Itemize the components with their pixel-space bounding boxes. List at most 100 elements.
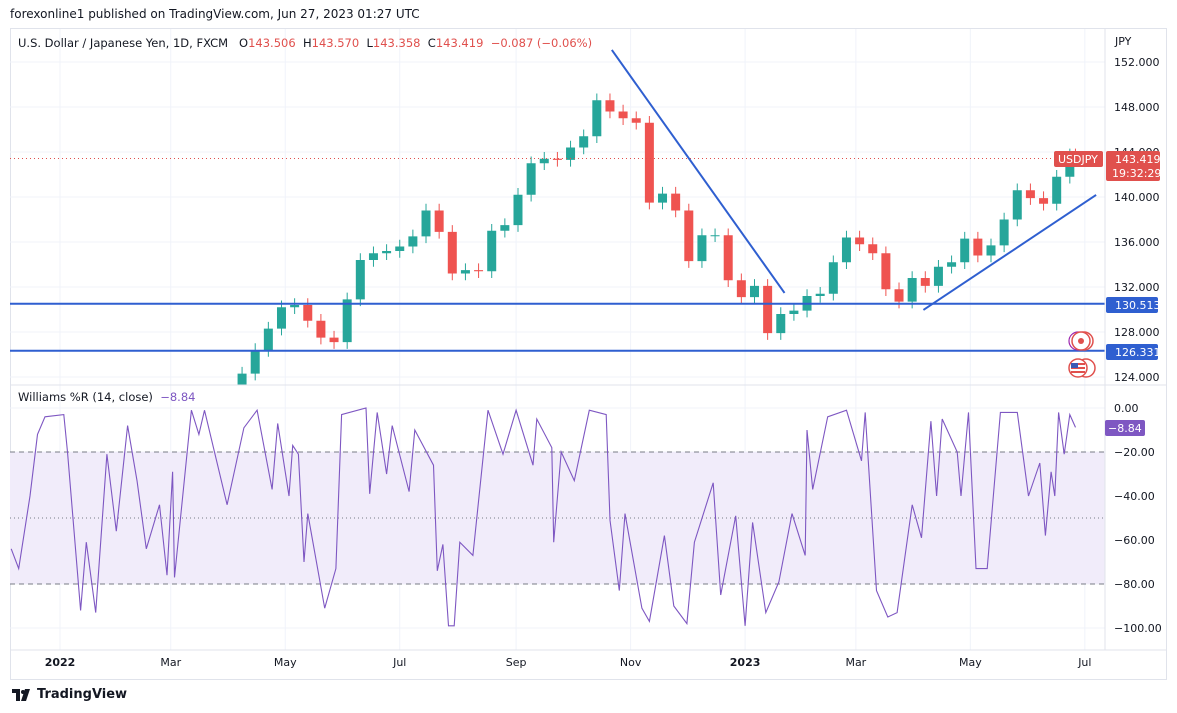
candle-body xyxy=(828,262,838,294)
candle xyxy=(513,188,523,232)
candle xyxy=(526,156,536,202)
candle-body xyxy=(316,320,326,338)
candle-body xyxy=(303,305,313,321)
candle xyxy=(342,292,352,349)
candle-body xyxy=(736,280,746,298)
candle-body xyxy=(237,373,247,385)
wr-value-badge: −8.84 xyxy=(1105,420,1145,436)
time-tick-label: Mar xyxy=(845,656,866,669)
candle xyxy=(710,228,720,242)
candle xyxy=(237,366,247,385)
trendline xyxy=(922,194,1097,311)
svg-text:19:32:29: 19:32:29 xyxy=(1112,167,1161,180)
candle-body xyxy=(539,158,549,164)
time-tick-label: Nov xyxy=(620,656,642,669)
close-value: 143.419 xyxy=(435,36,484,50)
candle-body xyxy=(947,262,957,267)
candle-body xyxy=(973,238,983,256)
candle xyxy=(250,343,260,381)
candle-body xyxy=(487,230,497,272)
candle-body xyxy=(868,244,878,254)
price-tick-label: 152.000 xyxy=(1114,56,1160,69)
price-tick-label: 136.000 xyxy=(1114,236,1160,249)
tradingview-footer[interactable]: TradingView xyxy=(12,687,127,702)
candle xyxy=(276,300,286,336)
candle-body xyxy=(592,100,602,137)
candle-body xyxy=(566,147,576,160)
level-badge-126: 126.331 xyxy=(1106,344,1161,360)
candle xyxy=(500,218,510,238)
wr-tick-label: −20.00 xyxy=(1114,446,1155,459)
open-value: 143.506 xyxy=(248,36,296,50)
time-tick-label: May xyxy=(959,656,982,669)
candle xyxy=(618,104,628,125)
candle xyxy=(881,246,891,296)
candle xyxy=(855,230,865,251)
candle xyxy=(303,298,313,328)
candle xyxy=(329,330,339,349)
candle-body xyxy=(618,111,628,119)
candle-body xyxy=(907,278,917,302)
event-circle-icon[interactable] xyxy=(1068,331,1094,351)
price-tick-label: 132.000 xyxy=(1114,281,1160,294)
candle xyxy=(434,203,444,239)
candle-body xyxy=(460,270,470,274)
brand-name: TradingView xyxy=(37,687,128,702)
candle xyxy=(592,93,602,143)
candle-body xyxy=(579,136,589,148)
candle-body xyxy=(671,193,681,211)
price-tick-label: 148.000 xyxy=(1114,101,1160,114)
candle xyxy=(763,279,773,340)
price-tick-label: 128.000 xyxy=(1114,326,1160,339)
chart-canvas[interactable]: 2022 Mar May Jul Sep Nov 2023 Mar May Jul 152.000 1… xyxy=(0,0,1177,713)
candle-body xyxy=(1025,190,1035,199)
candle xyxy=(368,246,378,267)
wr-tick-label: −100.00 xyxy=(1114,622,1162,635)
candle-body xyxy=(342,299,352,343)
svg-text:USDJPY: USDJPY xyxy=(1058,153,1098,166)
candle-body xyxy=(789,310,799,314)
candle-body xyxy=(474,270,484,272)
candle xyxy=(723,228,733,287)
candle-body xyxy=(920,278,930,286)
candle xyxy=(644,116,654,210)
candle-body xyxy=(644,122,654,203)
candle xyxy=(736,273,746,304)
svg-text:126.331: 126.331 xyxy=(1115,346,1161,359)
candle-body xyxy=(855,237,865,245)
candle xyxy=(1012,183,1022,227)
candle xyxy=(1052,170,1062,211)
symbol-name: U.S. Dollar / Japanese Yen, 1D, FXCM xyxy=(18,36,229,50)
indicator-name: Williams %R (14, close) xyxy=(18,390,153,404)
candle xyxy=(579,129,589,155)
time-tick-label: Sep xyxy=(506,656,527,669)
candle xyxy=(605,93,615,119)
wr-tick-label: −80.00 xyxy=(1114,578,1155,591)
candle xyxy=(539,152,549,170)
tradingview-logo-icon xyxy=(12,688,30,701)
candle-body xyxy=(999,219,1009,246)
candle-body xyxy=(263,328,273,350)
drawings xyxy=(10,49,1105,352)
candle-body xyxy=(684,210,694,262)
candle xyxy=(776,307,786,340)
candle xyxy=(316,314,326,345)
candle-body xyxy=(1052,176,1062,204)
candle xyxy=(487,224,497,278)
us-flag-icon[interactable] xyxy=(1068,358,1096,378)
svg-text:130.513: 130.513 xyxy=(1115,299,1161,312)
candle-body xyxy=(421,210,431,237)
candle-body xyxy=(986,245,996,256)
candle xyxy=(474,263,484,278)
candle xyxy=(421,203,431,244)
candle-body xyxy=(776,314,786,334)
candle-body xyxy=(1012,190,1022,220)
candle-body xyxy=(658,193,668,203)
candle-body xyxy=(710,235,720,237)
candle xyxy=(684,203,694,268)
candle xyxy=(999,212,1009,253)
wr-tick-label: −40.00 xyxy=(1114,490,1155,503)
candle-body xyxy=(1039,198,1049,204)
currency-label: JPY xyxy=(1114,35,1132,48)
candle-body xyxy=(447,231,457,274)
